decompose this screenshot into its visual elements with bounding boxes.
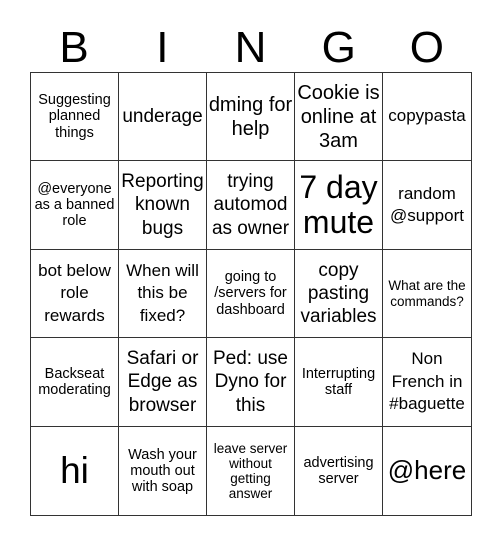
header-letter-b: B [59,23,89,72]
bingo-grid: Suggesting planned things underage dming… [30,72,472,516]
bingo-cell[interactable]: copy pasting variables [295,250,383,338]
bingo-cell[interactable]: @here [383,427,471,515]
bingo-cell[interactable]: dming for help [207,73,295,161]
bingo-cell[interactable]: trying automod as owner [207,161,295,250]
bingo-cell[interactable]: Suggesting planned things [31,73,119,161]
header-letter-i: I [156,23,169,72]
bingo-cell[interactable]: 7 day mute [295,161,383,250]
bingo-cell[interactable]: What are the commands? [383,250,471,338]
bingo-cell[interactable]: copypasta [383,73,471,161]
bingo-cell[interactable]: Cookie is online at 3am [295,73,383,161]
bingo-cell[interactable]: bot below role rewards [31,250,119,338]
bingo-cell[interactable]: Reporting known bugs [119,161,207,250]
bingo-cell[interactable]: leave server without getting answer [207,427,295,515]
bingo-cell[interactable]: Backseat moderating [31,338,119,427]
bingo-cell[interactable]: underage [119,73,207,161]
bingo-cell[interactable]: random @support [383,161,471,250]
bingo-cell[interactable]: Non French in #baguette [383,338,471,427]
header-letter-o: O [409,23,445,72]
header-letter-n: N [234,23,267,72]
bingo-cell[interactable]: Ped: use Dyno for this [207,338,295,427]
bingo-header: B I N G O [30,24,471,72]
header-letter-g: G [321,23,356,72]
bingo-cell[interactable]: @everyone as a banned role [31,161,119,250]
bingo-cell[interactable]: hi [31,427,119,515]
bingo-cell[interactable]: going to /servers for dashboard [207,250,295,338]
bingo-cell[interactable]: advertising server [295,427,383,515]
bingo-cell[interactable]: Interrupting staff [295,338,383,427]
bingo-cell[interactable]: Wash your mouth out with soap [119,427,207,515]
bingo-cell[interactable]: Safari or Edge as browser [119,338,207,427]
bingo-cell[interactable]: When will this be fixed? [119,250,207,338]
